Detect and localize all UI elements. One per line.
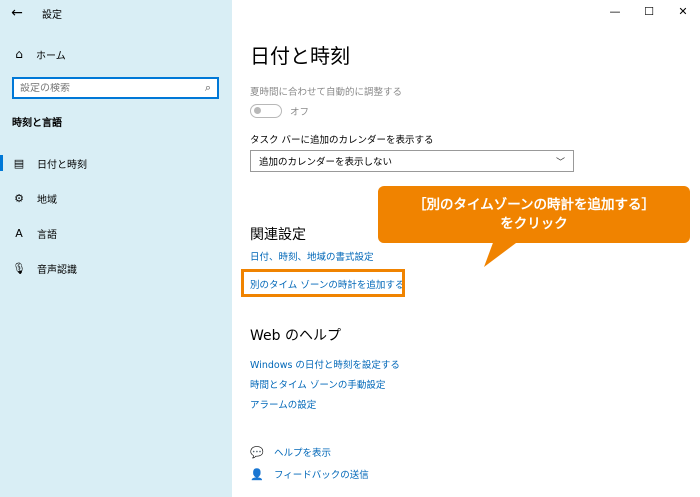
- app-title: 設定: [42, 9, 62, 21]
- help-link[interactable]: 💬 ヘルプを表示: [250, 445, 332, 460]
- sidebar-item-region[interactable]: ⚙ 地域: [0, 187, 232, 209]
- search-icon[interactable]: ⌕: [199, 81, 217, 95]
- minimize-icon[interactable]: —: [598, 0, 632, 22]
- sidebar-item-label: 音声認識: [37, 264, 77, 276]
- sidebar-item-date-time[interactable]: ▤ 日付と時刻: [0, 152, 232, 174]
- close-icon[interactable]: ✕: [666, 0, 700, 22]
- sidebar-item-label: 言語: [37, 229, 57, 241]
- search-input[interactable]: [14, 82, 199, 94]
- format-settings-link[interactable]: 日付、時刻、地域の書式設定: [250, 249, 374, 263]
- microphone-icon: 🎙: [12, 261, 26, 275]
- active-indicator: [0, 155, 3, 171]
- dropdown-value: 追加のカレンダーを表示しない: [259, 157, 393, 168]
- home-link[interactable]: ⌂ ホーム: [0, 44, 232, 64]
- language-icon: A: [15, 226, 23, 240]
- calendar-icon: ▤: [13, 156, 25, 170]
- calendar-dropdown[interactable]: 追加のカレンダーを表示しない ﹀: [250, 150, 574, 172]
- home-icon: ⌂: [15, 47, 23, 61]
- feedback-label: フィードバックの送信: [274, 470, 369, 481]
- web-link-manual-timezone[interactable]: 時間とタイム ゾーンの手動設定: [250, 377, 385, 391]
- web-help-title: Web のヘルプ: [250, 328, 341, 344]
- callout-tail: [484, 240, 520, 267]
- sidebar: ← 設定 ⌂ ホーム ⌕ 時刻と言語 ▤ 日付と時刻 ⚙ 地域 A 言語 🎙 音…: [0, 0, 232, 497]
- toggle-knob: [254, 107, 261, 114]
- toggle-state-text: オフ: [290, 107, 310, 118]
- back-arrow-icon[interactable]: ←: [0, 0, 34, 26]
- page-title: 日付と時刻: [250, 44, 350, 68]
- web-link-alarm[interactable]: アラームの設定: [250, 397, 316, 411]
- window-controls: — ☐ ✕: [598, 0, 700, 26]
- feedback-icon: 👤: [250, 467, 264, 481]
- titlebar-left: ← 設定: [0, 0, 232, 26]
- sidebar-item-language[interactable]: A 言語: [0, 222, 232, 244]
- related-settings-title: 関連設定: [250, 227, 306, 243]
- feedback-link[interactable]: 👤 フィードバックの送信: [250, 467, 369, 482]
- callout-line-1: ［別のタイムゾーンの時計を追加する］: [412, 196, 656, 213]
- chevron-down-icon: ﹀: [555, 157, 565, 168]
- chat-icon: 💬: [250, 445, 264, 459]
- section-title: 時刻と言語: [12, 118, 62, 129]
- maximize-icon[interactable]: ☐: [632, 0, 666, 22]
- instruction-callout: ［別のタイムゾーンの時計を追加する］ をクリック: [378, 186, 690, 243]
- sidebar-item-label: 地域: [37, 194, 57, 206]
- taskbar-calendar-label: タスク バーに追加のカレンダーを表示する: [250, 135, 434, 146]
- dst-toggle[interactable]: [250, 104, 282, 118]
- home-label: ホーム: [36, 50, 66, 62]
- callout-line-2: をクリック: [500, 215, 568, 232]
- web-link-set-date-time[interactable]: Windows の日付と時刻を設定する: [250, 357, 400, 371]
- globe-icon: ⚙: [14, 191, 24, 205]
- highlight-box: [241, 269, 405, 297]
- help-label: ヘルプを表示: [274, 448, 332, 459]
- dst-label: 夏時間に合わせて自動的に調整する: [250, 87, 403, 98]
- sidebar-item-speech[interactable]: 🎙 音声認識: [0, 257, 232, 279]
- sidebar-item-label: 日付と時刻: [37, 159, 87, 171]
- search-box[interactable]: ⌕: [12, 77, 219, 99]
